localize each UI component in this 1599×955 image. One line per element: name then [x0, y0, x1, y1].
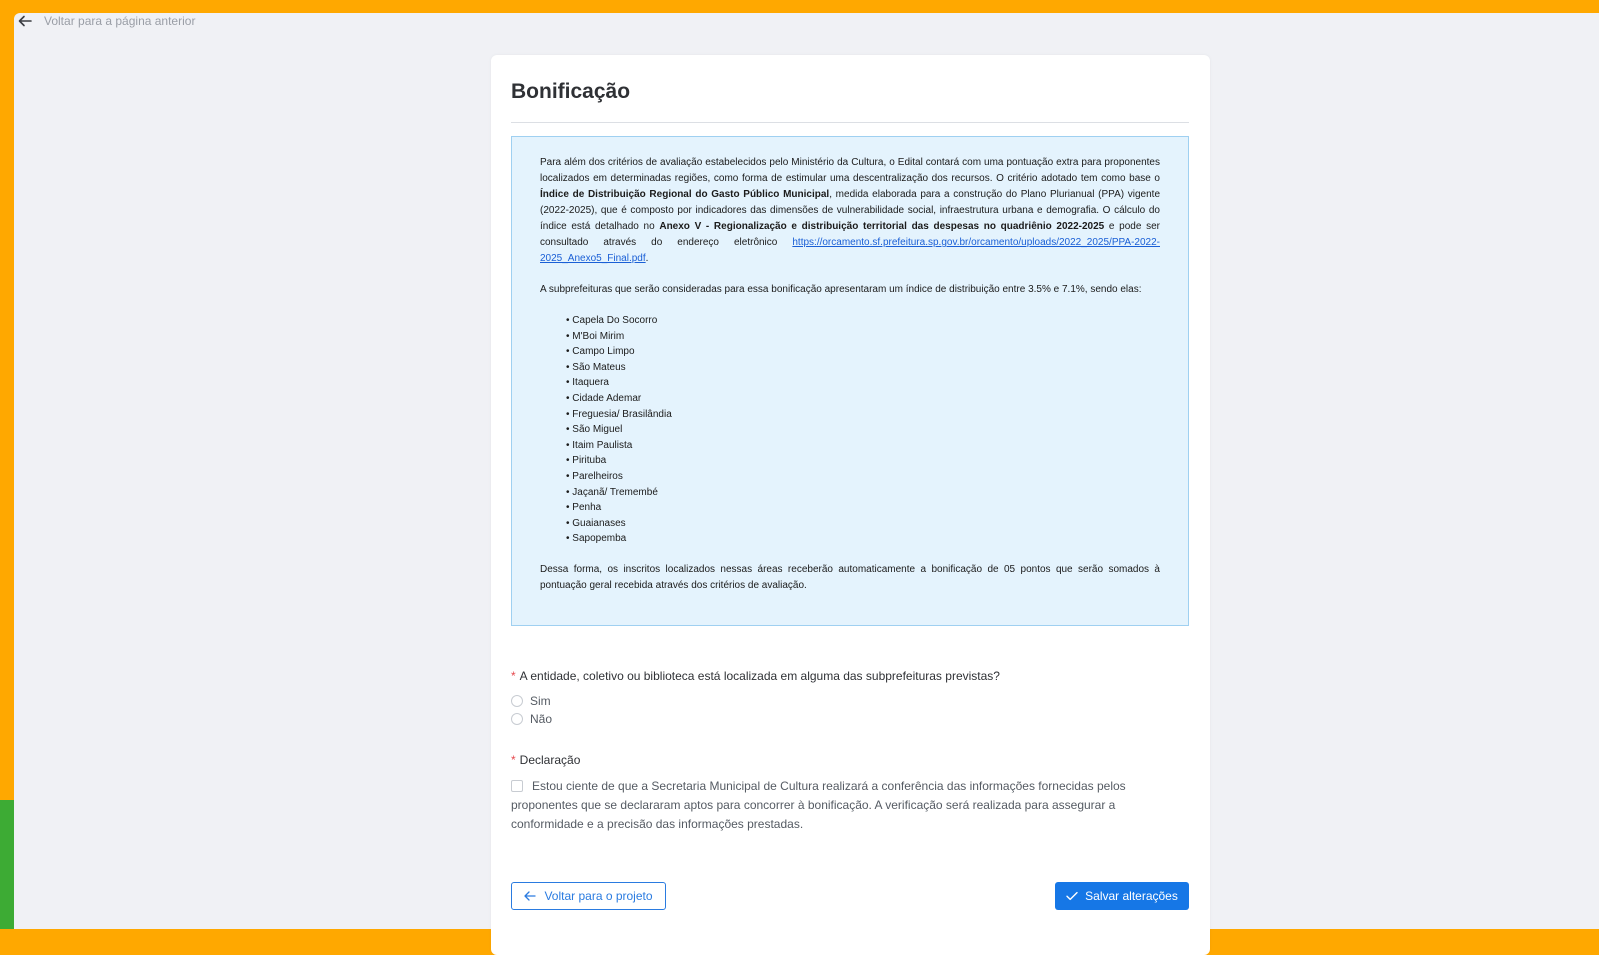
- subprefeituras-list: Capela Do Socorro M'Boi Mirim Campo Limp…: [540, 313, 1160, 547]
- back-to-project-label: Voltar para o projeto: [544, 889, 653, 903]
- bonificacao-card: Bonificação Para além dos critérios de a…: [491, 55, 1210, 955]
- required-mark: *: [511, 753, 516, 767]
- list-item: Itaim Paulista: [566, 438, 1160, 454]
- page-title: Bonificação: [511, 80, 631, 103]
- indice-name: Índice de Distribuição Regional do Gasto…: [540, 189, 830, 200]
- list-item: Campo Limpo: [566, 344, 1160, 360]
- declaration-label: Declaração: [519, 753, 581, 767]
- list-item: Jaçanã/ Tremembé: [566, 485, 1160, 501]
- declaration-title: * Declaração: [511, 753, 580, 767]
- page-background: Voltar para a página anterior Bonificaçã…: [14, 13, 1599, 955]
- radio-label: Não: [530, 712, 553, 726]
- radio-circle[interactable]: [511, 695, 523, 707]
- back-link-label: Voltar para a página anterior: [44, 14, 196, 28]
- info-box: Para além dos critérios de avaliação est…: [511, 136, 1189, 626]
- list-item: Sapopemba: [566, 531, 1160, 547]
- back-to-project-button[interactable]: Voltar para o projeto: [511, 882, 666, 910]
- list-item: Itaquera: [566, 375, 1160, 391]
- declaration-checkbox[interactable]: [511, 780, 523, 792]
- radio-option-nao[interactable]: Não: [511, 712, 552, 726]
- save-changes-button[interactable]: Salvar alterações: [1055, 882, 1189, 910]
- list-item: M'Boi Mirim: [566, 329, 1160, 345]
- list-item: São Mateus: [566, 360, 1160, 376]
- info-paragraph-subprefeituras: A subprefeituras que serão consideradas …: [540, 284, 1142, 295]
- list-item: Penha: [566, 500, 1160, 516]
- info-paragraph-bonus: Dessa forma, os inscritos localizados ne…: [540, 563, 1160, 591]
- save-changes-label: Salvar alterações: [1085, 889, 1178, 903]
- list-item: Freguesia/ Brasilândia: [566, 407, 1160, 423]
- anexo-name: Anexo V - Regionalização e distribuição …: [659, 221, 1105, 232]
- location-question: * A entidade, coletivo ou biblioteca está…: [511, 669, 1000, 683]
- list-item: Pirituba: [566, 453, 1160, 469]
- declaration-checkbox-row: Estou ciente de que a Secretaria Municip…: [511, 777, 1191, 834]
- radio-label: Sim: [530, 694, 551, 708]
- arrow-left-icon: [18, 15, 32, 27]
- arrow-left-icon: [524, 891, 537, 901]
- required-mark: *: [511, 669, 516, 683]
- list-item: São Miguel: [566, 422, 1160, 438]
- radio-option-sim[interactable]: Sim: [511, 694, 551, 708]
- info-paragraph-criteria: Para além dos critérios de avaliação est…: [540, 157, 1161, 264]
- declaration-text: Estou ciente de que a Secretaria Municip…: [511, 779, 1126, 831]
- title-divider: [511, 122, 1189, 123]
- check-icon: [1066, 891, 1078, 901]
- list-item: Capela Do Socorro: [566, 313, 1160, 329]
- list-item: Parelheiros: [566, 469, 1160, 485]
- question-label: A entidade, coletivo ou biblioteca está …: [519, 669, 1000, 683]
- list-item: Cidade Ademar: [566, 391, 1160, 407]
- list-item: Guaianases: [566, 516, 1160, 532]
- radio-circle[interactable]: [511, 713, 523, 725]
- back-to-previous-page-link[interactable]: Voltar para a página anterior: [18, 14, 195, 28]
